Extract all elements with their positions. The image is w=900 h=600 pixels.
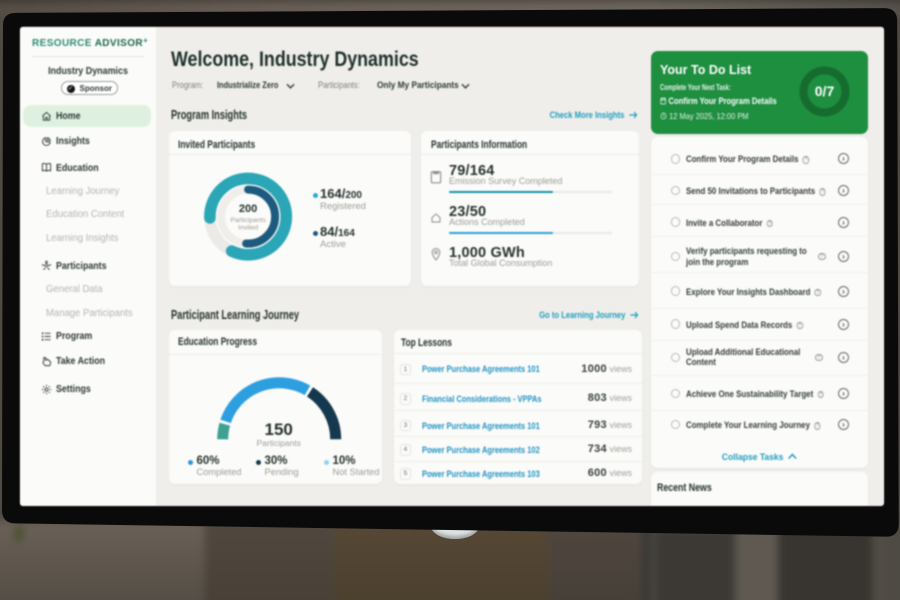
svg-text:Participants: Participants [230, 217, 266, 224]
svg-text:Invited: Invited [238, 224, 258, 231]
svg-text:200: 200 [238, 203, 256, 215]
